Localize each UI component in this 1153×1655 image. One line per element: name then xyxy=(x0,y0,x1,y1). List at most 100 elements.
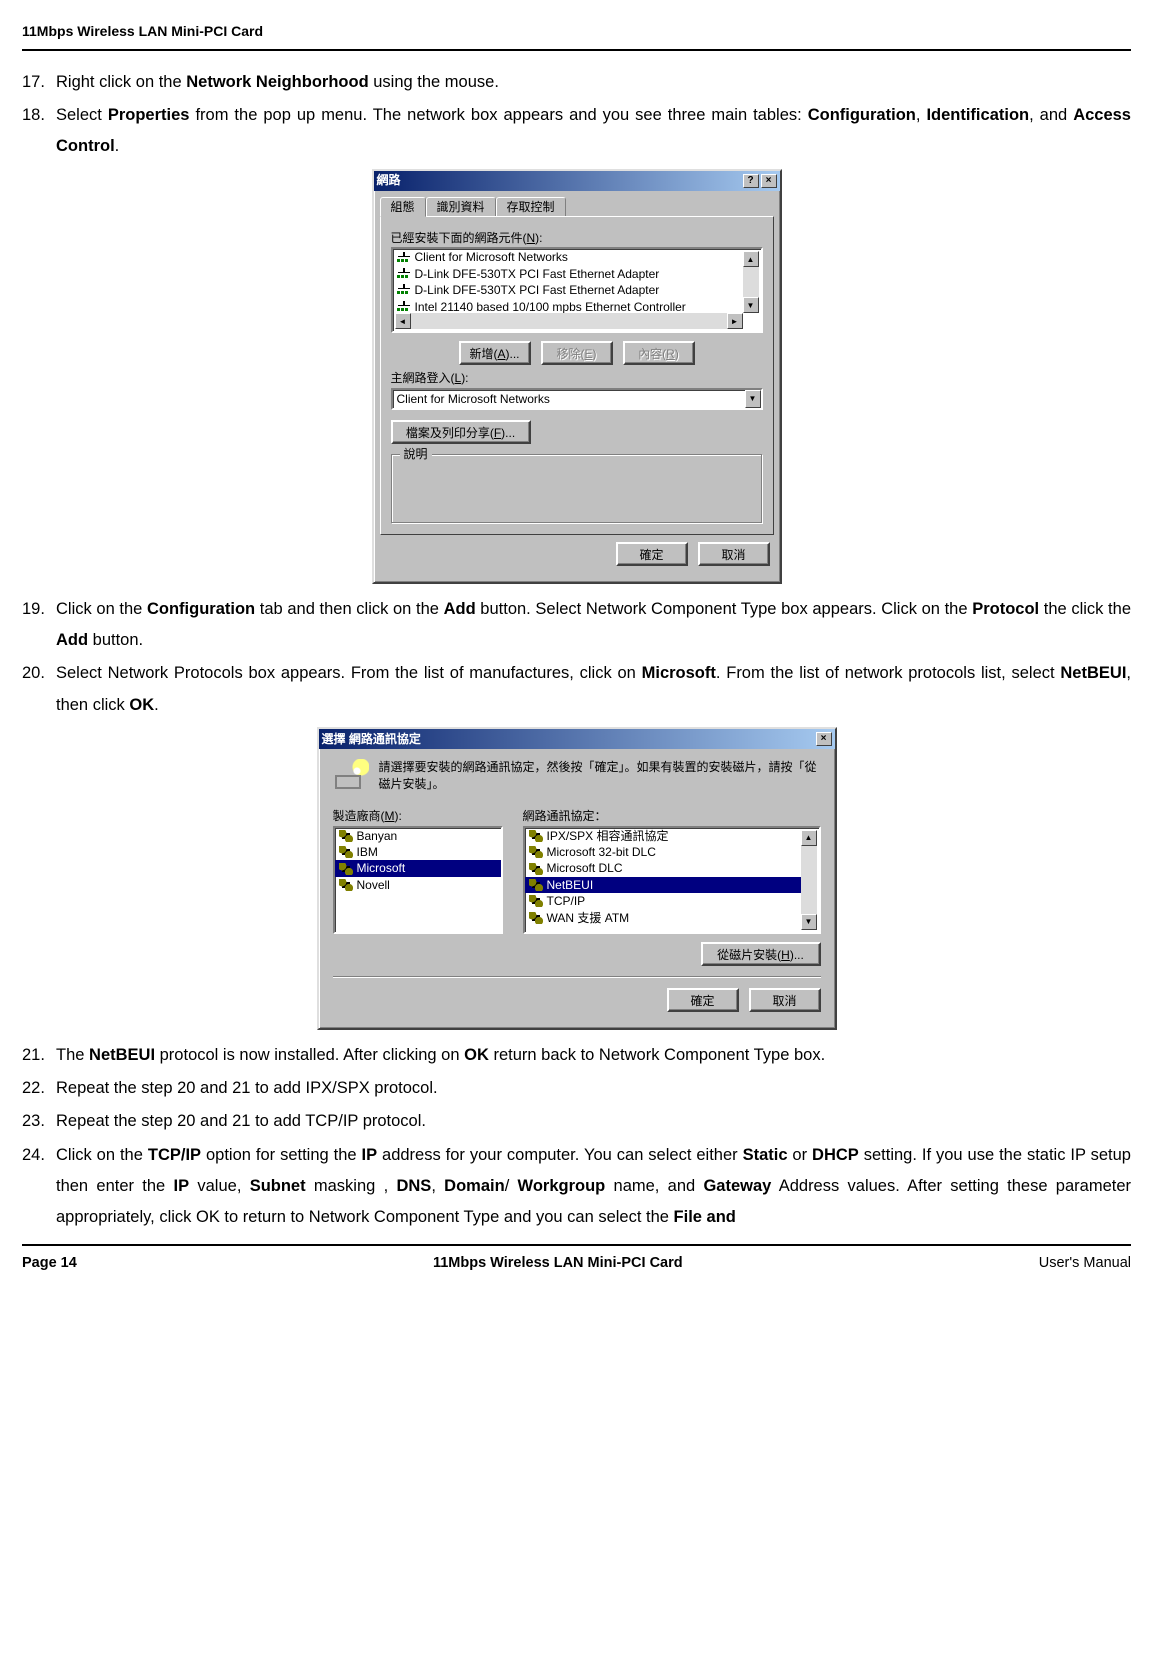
protocol-icon xyxy=(529,846,543,858)
text: . xyxy=(154,696,159,714)
text: return back to Network Component Type bo… xyxy=(489,1046,825,1064)
text: Repeat the step 20 and 21 to add IPX/SPX… xyxy=(56,1079,438,1097)
bold: Configuration xyxy=(808,106,916,124)
adapter-icon xyxy=(397,284,411,296)
text: , xyxy=(916,106,927,124)
list-item-selected[interactable]: Microsoft xyxy=(335,860,501,876)
scroll-up-icon[interactable]: ▲ xyxy=(743,251,759,267)
remove-button[interactable]: 移除(E) xyxy=(541,341,613,365)
text: the click the xyxy=(1039,600,1131,618)
list-item-selected[interactable]: NetBEUI xyxy=(525,877,801,893)
combo-value: Client for Microsoft Networks xyxy=(393,390,745,408)
text: . From the list of network protocols lis… xyxy=(716,664,1061,682)
bold: Domain xyxy=(444,1177,505,1195)
step-20: 20. Select Network Protocols box appears… xyxy=(22,658,1131,721)
text: button. xyxy=(88,631,143,649)
step-num: 18. xyxy=(22,100,45,131)
bold: Properties xyxy=(108,106,190,124)
list-item[interactable]: IBM xyxy=(335,844,501,860)
tab-access-control[interactable]: 存取控制 xyxy=(496,197,566,217)
protocol-icon xyxy=(339,830,353,842)
step-24: 24. Click on the TCP/IP option for setti… xyxy=(22,1140,1131,1234)
list-item[interactable]: Client for Microsoft Networks xyxy=(393,249,743,265)
bold: NetBEUI xyxy=(1060,664,1126,682)
step-17: 17. Right click on the Network Neighborh… xyxy=(22,67,1131,98)
text: name, and xyxy=(605,1177,703,1195)
horizontal-scrollbar[interactable]: ◄ ► xyxy=(395,313,743,329)
titlebar[interactable]: 網路 ? × xyxy=(374,171,780,191)
bold: NetBEUI xyxy=(89,1046,155,1064)
text: or xyxy=(788,1146,813,1164)
footer-right: User's Manual xyxy=(1039,1250,1131,1278)
bold: DHCP xyxy=(812,1146,859,1164)
primary-logon-combo[interactable]: Client for Microsoft Networks ▼ xyxy=(391,388,763,410)
step-num: 17. xyxy=(22,67,45,98)
tab-configuration[interactable]: 組態 xyxy=(380,197,426,217)
close-button[interactable]: × xyxy=(761,174,777,188)
cancel-button[interactable]: 取消 xyxy=(749,988,821,1012)
text: Click on the xyxy=(56,600,147,618)
tab-identification[interactable]: 識別資料 xyxy=(426,197,496,217)
properties-button[interactable]: 內容(R) xyxy=(623,341,695,365)
list-item[interactable]: Novell xyxy=(335,877,501,893)
footer-center: 11Mbps Wireless LAN Mini-PCI Card xyxy=(433,1250,683,1278)
dialog-title: 選擇 網路通訊協定 xyxy=(322,732,814,746)
list-item[interactable]: WAN 支援 ATM xyxy=(525,910,801,926)
scroll-right-icon[interactable]: ► xyxy=(727,313,743,329)
bold: Protocol xyxy=(972,600,1039,618)
components-listbox[interactable]: Client for Microsoft Networks D-Link DFE… xyxy=(391,247,763,333)
help-button[interactable]: ? xyxy=(743,174,759,188)
protocols-label: 網路通訊協定： xyxy=(523,809,821,823)
scroll-down-icon[interactable]: ▼ xyxy=(743,297,759,313)
vertical-scrollbar[interactable]: ▲ ▼ xyxy=(801,830,817,930)
bold: Network Neighborhood xyxy=(186,73,368,91)
list-item[interactable]: Microsoft DLC xyxy=(525,860,801,876)
select-protocol-dialog: 選擇 網路通訊協定 × 請選擇要安裝的網路通訊協定，然後按「確定」。如果有裝置的… xyxy=(317,727,837,1029)
titlebar[interactable]: 選擇 網路通訊協定 × xyxy=(319,729,835,749)
step-22: 22. Repeat the step 20 and 21 to add IPX… xyxy=(22,1073,1131,1104)
add-button[interactable]: 新增(A)... xyxy=(459,341,531,365)
cancel-button[interactable]: 取消 xyxy=(698,542,770,566)
step-21: 21. The NetBEUI protocol is now installe… xyxy=(22,1040,1131,1071)
scroll-down-icon[interactable]: ▼ xyxy=(801,914,817,930)
text: . xyxy=(115,137,120,155)
scroll-left-icon[interactable]: ◄ xyxy=(395,313,411,329)
page-number: Page 14 xyxy=(22,1250,77,1278)
client-icon xyxy=(397,252,411,264)
step-num: 24. xyxy=(22,1140,45,1171)
text: protocol is now installed. After clickin… xyxy=(155,1046,464,1064)
manufacturers-listbox[interactable]: Banyan IBM Microsoft Novell xyxy=(333,826,503,934)
protocols-listbox[interactable]: IPX/SPX 相容通訊協定 Microsoft 32-bit DLC Micr… xyxy=(523,826,821,934)
scroll-up-icon[interactable]: ▲ xyxy=(801,830,817,846)
list-item[interactable]: D-Link DFE-530TX PCI Fast Ethernet Adapt… xyxy=(393,282,743,298)
protocol-icon xyxy=(529,863,543,875)
bold: Add xyxy=(56,631,88,649)
step-18: 18. Select Properties from the pop up me… xyxy=(22,100,1131,163)
text: , xyxy=(431,1177,444,1195)
bold: TCP/IP xyxy=(148,1146,201,1164)
bold: Microsoft xyxy=(642,664,716,682)
dialog-title: 網路 xyxy=(377,173,741,187)
header-rule xyxy=(22,49,1131,51)
step-num: 19. xyxy=(22,594,45,625)
file-print-sharing-button[interactable]: 檔案及列印分享(F)... xyxy=(391,420,531,444)
text: Select Network Protocols box appears. Fr… xyxy=(56,664,642,682)
list-item[interactable]: Microsoft 32-bit DLC xyxy=(525,844,801,860)
protocol-icon xyxy=(339,846,353,858)
ok-button[interactable]: 確定 xyxy=(616,542,688,566)
bold: File and xyxy=(674,1208,736,1226)
bold: OK xyxy=(464,1046,489,1064)
step-num: 22. xyxy=(22,1073,45,1104)
vertical-scrollbar[interactable]: ▲ ▼ xyxy=(743,251,759,313)
text: from the pop up menu. The network box ap… xyxy=(189,106,807,124)
protocol-icon xyxy=(529,912,543,924)
list-item[interactable]: IPX/SPX 相容通訊協定 xyxy=(525,828,801,844)
list-item[interactable]: D-Link DFE-530TX PCI Fast Ethernet Adapt… xyxy=(393,266,743,282)
have-disk-button[interactable]: 從磁片安裝(H)... xyxy=(701,942,821,966)
list-item[interactable]: Banyan xyxy=(335,828,501,844)
protocol-icon xyxy=(529,879,543,891)
close-button[interactable]: × xyxy=(816,732,832,746)
chevron-down-icon[interactable]: ▼ xyxy=(745,390,761,408)
list-item[interactable]: TCP/IP xyxy=(525,893,801,909)
ok-button[interactable]: 確定 xyxy=(667,988,739,1012)
